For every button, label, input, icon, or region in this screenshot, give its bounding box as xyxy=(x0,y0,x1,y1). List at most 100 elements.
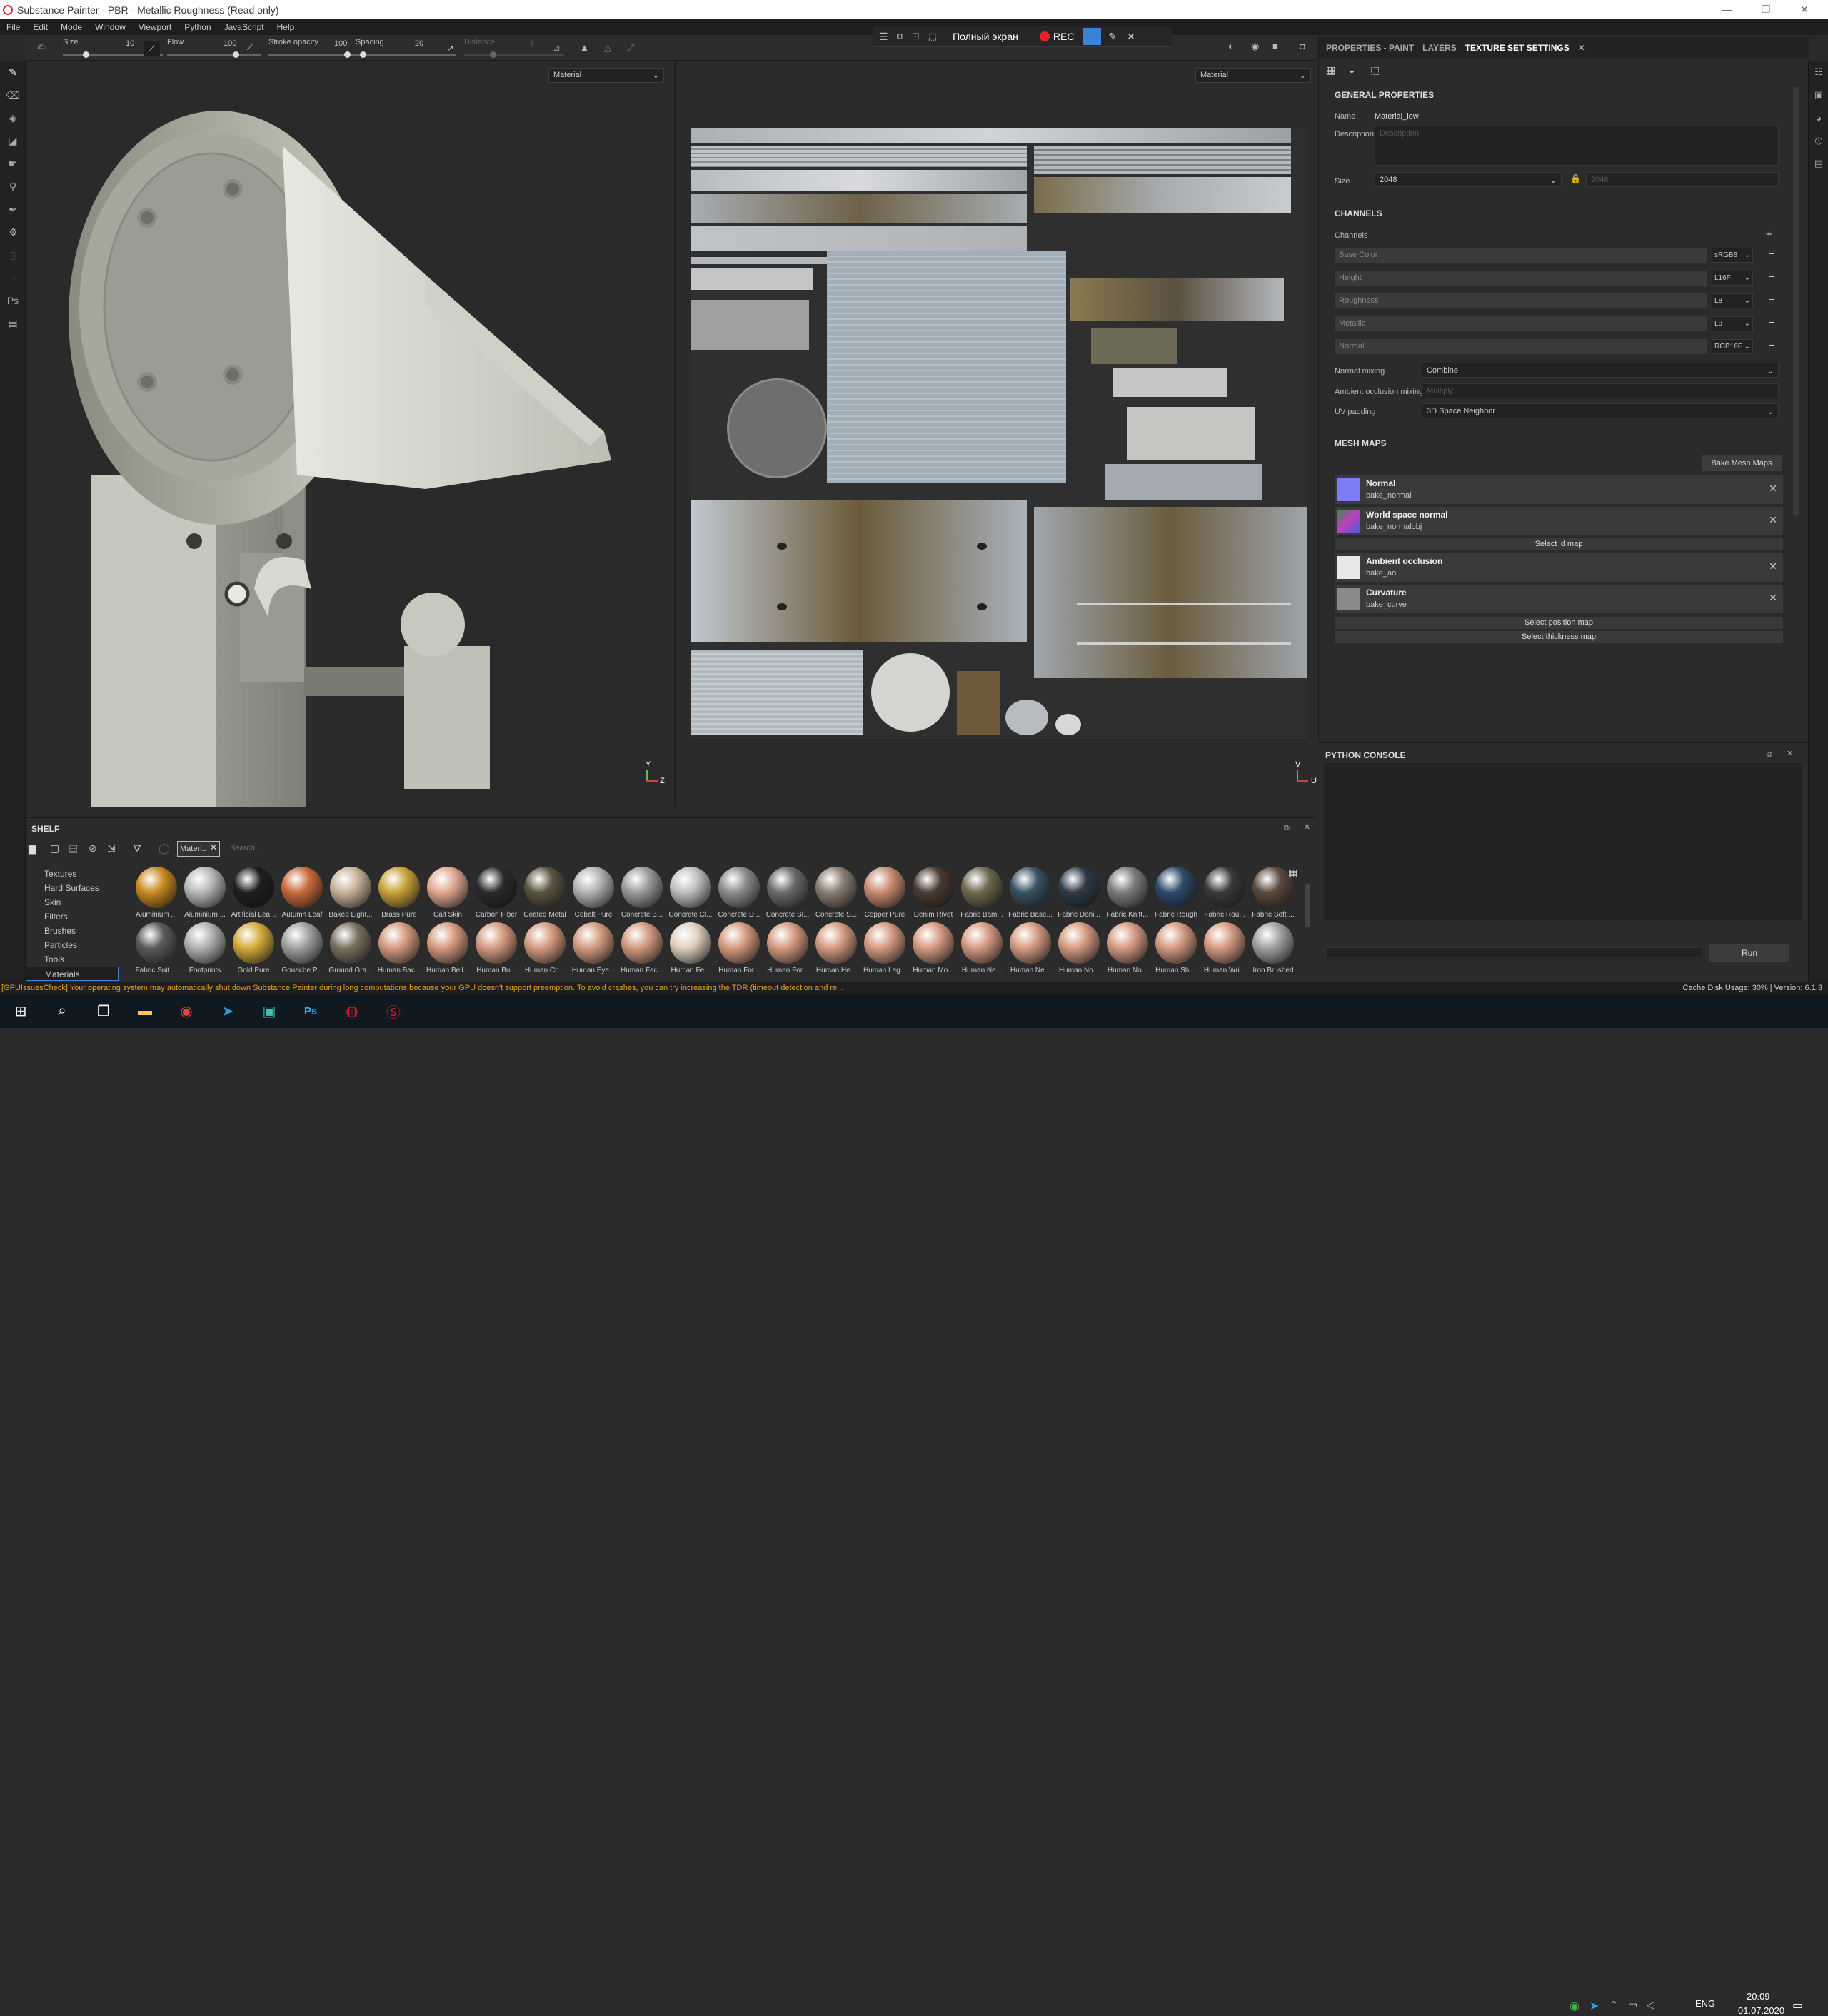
select-thickness-map-button[interactable]: Select thickness map xyxy=(1335,631,1783,643)
shelf-search-input[interactable]: Search... xyxy=(230,844,261,852)
mesh-map-ambient-occlusion[interactable]: Ambient occlusion bake_ao ✕ xyxy=(1335,553,1783,582)
channel-metallic-format[interactable]: L8 ⌄ xyxy=(1712,316,1753,331)
material-item[interactable]: Autumn Leaf xyxy=(278,867,326,919)
material-item[interactable]: Footprints xyxy=(181,922,228,974)
material-item[interactable]: Human Ch... xyxy=(521,922,568,974)
record-icon[interactable] xyxy=(1039,31,1050,41)
rec-button[interactable]: REC xyxy=(1053,31,1075,42)
distance-slider[interactable] xyxy=(464,54,564,56)
channel-normal-format[interactable]: RGB16F ⌄ xyxy=(1712,339,1753,354)
add-channel-icon[interactable]: + xyxy=(1766,228,1772,241)
menu-window[interactable]: Window xyxy=(89,22,132,32)
tray-volume-icon[interactable]: ◁ xyxy=(1647,1999,1654,2011)
undock-icon[interactable]: ⧉ xyxy=(1767,750,1772,760)
distance-slider-handle[interactable] xyxy=(490,51,496,58)
telegram-icon[interactable]: ➤ xyxy=(207,994,248,1028)
save-icon[interactable]: ▤ xyxy=(69,842,78,855)
material-item[interactable]: Human Bell... xyxy=(424,922,471,974)
material-item[interactable]: Fabric Bam... xyxy=(958,867,1005,919)
category-particles[interactable]: Particles xyxy=(26,938,119,952)
projection-tool-icon[interactable]: ◈ xyxy=(0,106,26,129)
material-item[interactable]: Denim Rivet xyxy=(910,867,957,919)
material-item[interactable]: Brass Pure xyxy=(376,867,423,919)
maximize-icon[interactable]: ❐ xyxy=(1749,0,1782,19)
bake-icon[interactable]: ⚙ xyxy=(0,221,26,243)
material-item[interactable]: Fabric Rou... xyxy=(1201,867,1248,919)
material-item[interactable]: Concrete Sl... xyxy=(764,867,811,919)
category-skin[interactable]: Skin xyxy=(26,895,119,909)
tray-telegram-icon[interactable]: ➤ xyxy=(1590,1999,1599,2013)
menu-edit[interactable]: Edit xyxy=(26,22,54,32)
menu-help[interactable]: Help xyxy=(271,22,301,32)
crop-icon[interactable]: ⬚ xyxy=(928,31,937,42)
remove-map-icon[interactable]: ✕ xyxy=(1769,514,1777,526)
material-item[interactable]: Human For... xyxy=(764,922,811,974)
hide-icon[interactable]: ⊘ xyxy=(89,842,97,855)
menu-mode[interactable]: Mode xyxy=(54,22,89,32)
cursor-toggle-button[interactable] xyxy=(1083,28,1102,45)
color-picker-icon[interactable]: ✒ xyxy=(0,198,26,221)
window-capture-icon[interactable]: ⧉ xyxy=(897,31,903,42)
pen-pressure-icon[interactable]: ⟋ xyxy=(144,41,160,56)
select-position-map-button[interactable]: Select position map xyxy=(1335,617,1783,629)
iray-icon[interactable]: ◌ xyxy=(0,266,26,289)
remove-channel-icon[interactable]: − xyxy=(1769,339,1774,351)
material-item[interactable]: Concrete B... xyxy=(618,867,666,919)
material-item[interactable]: Human Fac... xyxy=(618,922,666,974)
mesh-map-world-normal[interactable]: World space normal bake_normalobj ✕ xyxy=(1335,507,1783,535)
size-slider-handle[interactable] xyxy=(83,51,89,58)
symmetry-icon[interactable]: ⊿ xyxy=(553,42,561,54)
alignment-icon[interactable]: ◬ xyxy=(604,42,611,54)
shelf-scrollbar[interactable] xyxy=(1305,884,1310,927)
category-brushes[interactable]: Brushes xyxy=(26,924,119,938)
viewport-2d[interactable]: Material ⌄ V U xyxy=(674,61,1317,807)
material-item[interactable]: Cobalt Pure xyxy=(570,867,617,919)
task-view-icon[interactable]: ❐ xyxy=(83,994,124,1028)
size-select[interactable]: 2048 ⌄ xyxy=(1375,172,1562,187)
material-item[interactable]: Aluminium ... xyxy=(133,867,180,919)
spacing-value[interactable]: 20 xyxy=(415,39,423,48)
material-item[interactable]: Calf Skin xyxy=(424,867,471,919)
flow-pressure-icon[interactable]: ⟋ xyxy=(247,44,253,53)
material-item[interactable]: Fabric Base... xyxy=(1007,867,1054,919)
close-tab-icon[interactable]: ✕ xyxy=(1578,43,1585,53)
texture-set-list-icon[interactable]: ☷ xyxy=(1809,61,1828,84)
material-item[interactable]: Human Eye... xyxy=(570,922,617,974)
size-value[interactable]: 10 xyxy=(126,39,134,48)
material-item[interactable]: Concrete S... xyxy=(813,867,860,919)
smudge-icon[interactable]: ☛ xyxy=(0,152,26,175)
material-item[interactable]: Human Wri... xyxy=(1201,922,1248,974)
remove-channel-icon[interactable]: − xyxy=(1769,248,1774,259)
channel-base-color[interactable]: Base Color xyxy=(1335,248,1707,263)
material-item[interactable]: Human Ne... xyxy=(1007,922,1054,974)
tray-chevron-icon[interactable]: ⌃ xyxy=(1609,1999,1618,2011)
minimize-icon[interactable]: — xyxy=(1711,0,1744,19)
normal-mixing-select[interactable]: Combine ⌄ xyxy=(1422,363,1779,378)
category-tools[interactable]: Tools xyxy=(26,952,119,967)
camera-icon[interactable]: ■ xyxy=(1272,41,1278,51)
material-item[interactable]: Baked Light... xyxy=(327,867,374,919)
pen-icon[interactable]: ✎ xyxy=(1108,31,1117,43)
resource-icon[interactable]: ▤ xyxy=(0,312,26,335)
material-item[interactable]: Fabric Rough xyxy=(1152,867,1200,919)
material-item[interactable]: Fabric Knitt... xyxy=(1104,867,1151,919)
paint-brush-icon[interactable]: ✎ xyxy=(0,61,26,84)
channel-base-color-format[interactable]: sRGB8 ⌄ xyxy=(1712,248,1753,263)
material-item[interactable]: Ground Gra... xyxy=(327,922,374,974)
remove-channel-icon[interactable]: − xyxy=(1769,271,1774,282)
clone-stamp-icon[interactable]: ⚲ xyxy=(0,175,26,198)
distance-value[interactable]: 8 xyxy=(530,39,534,48)
channel-metallic[interactable]: Metallic xyxy=(1335,316,1707,331)
material-item[interactable]: Carbon Fiber xyxy=(473,867,520,919)
channel-roughness[interactable]: Roughness xyxy=(1335,293,1707,308)
language-indicator[interactable]: ENG xyxy=(1695,1998,1715,2009)
material-item[interactable]: Human No... xyxy=(1104,922,1151,974)
stroke-opacity-handle[interactable] xyxy=(344,51,351,58)
mesh-map-curvature[interactable]: Curvature bake_curve ✕ xyxy=(1335,585,1783,613)
region-capture-icon[interactable]: ⊡ xyxy=(912,31,920,42)
search-icon[interactable]: ⌕ xyxy=(41,994,83,1028)
undock-icon[interactable]: ⧉ xyxy=(1284,824,1290,833)
category-textures[interactable]: Textures xyxy=(26,867,119,881)
stroke-opacity-value[interactable]: 100 xyxy=(334,39,347,48)
material-item[interactable]: Human Ne... xyxy=(958,922,1005,974)
